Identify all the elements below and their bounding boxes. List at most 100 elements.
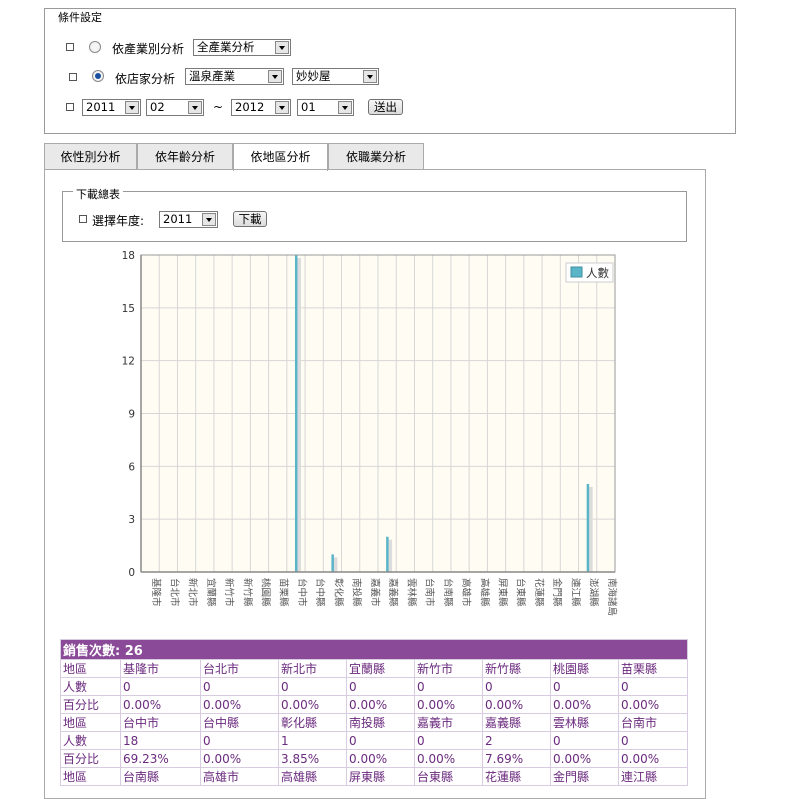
table-cell: 金門縣 (550, 767, 619, 786)
table-cell: 台南市 (617, 713, 689, 732)
bar (294, 255, 298, 572)
sales-count-title: 銷售次數: 26 (59, 639, 689, 660)
y-tick-label: 12 (122, 356, 135, 368)
table-cell: 桃園縣 (550, 659, 619, 678)
x-tick-label: 高雄市 (460, 578, 472, 607)
table-cell: 花蓮縣 (482, 767, 551, 786)
table-cell: 台東縣 (414, 767, 483, 786)
y-tick-label: 6 (128, 461, 135, 473)
table-cell: 0 (617, 731, 689, 750)
table-cell: 0 (346, 677, 415, 696)
bar (331, 554, 334, 572)
table-cell: 0.00% (550, 749, 619, 768)
row-header-cell: 百分比 (60, 695, 121, 714)
table-cell: 高雄縣 (278, 767, 347, 786)
x-tick-label: 台東縣 (515, 578, 527, 607)
table-cell: 嘉義縣 (482, 713, 551, 732)
table-cell: 台南縣 (120, 767, 201, 786)
table-cell: 2 (482, 731, 551, 750)
table-cell: 0.00% (482, 695, 551, 714)
table-cell: 3.85% (278, 749, 347, 768)
table-cell: 0.00% (550, 695, 619, 714)
table-cell: 0 (200, 731, 279, 750)
table-cell: 18 (120, 731, 201, 750)
table-cell: 0.00% (617, 695, 689, 714)
bar-shadow (588, 486, 593, 572)
table-cell: 南投縣 (346, 713, 415, 732)
x-tick-label: 屏東縣 (497, 578, 509, 607)
table-row: 地區 基隆市 台北市 新北市 宜蘭縣 新竹市 新竹縣 桃園縣 苗栗縣 (60, 659, 689, 678)
table-cell: 0.00% (346, 695, 415, 714)
row-header-cell: 地區 (60, 713, 121, 732)
row-header-cell: 人數 (60, 731, 121, 750)
table-cell: 台中市 (120, 713, 201, 732)
x-tick-label: 連江縣 (569, 578, 581, 607)
table-cell: 69.23% (120, 749, 201, 768)
y-tick-label: 18 (122, 250, 135, 262)
table-row: 百分比 69.23% 0.00% 3.85% 0.00% 0.00% 7.69% 0.00% 0… (60, 749, 689, 768)
table-cell: 0 (200, 677, 279, 696)
table-cell: 高雄市 (200, 767, 279, 786)
table-cell: 連江縣 (617, 767, 689, 786)
table-cell: 0 (482, 677, 551, 696)
table-cell: 0 (414, 677, 483, 696)
table-cell: 新北市 (278, 659, 347, 678)
bar-shadow (388, 539, 393, 572)
table-cell: 屏東縣 (346, 767, 415, 786)
bar (586, 483, 590, 572)
x-tick-label: 嘉義市 (369, 578, 381, 607)
table-cell: 宜蘭縣 (346, 659, 415, 678)
table-cell: 0 (346, 731, 415, 750)
table-cell: 新竹縣 (482, 659, 551, 678)
x-tick-label: 新竹縣 (241, 578, 253, 607)
table-row: 人數 0 0 0 0 0 0 0 0 (60, 677, 689, 696)
table-cell: 基隆市 (120, 659, 201, 678)
table-cell: 台北市 (200, 659, 279, 678)
row-header-cell: 地區 (60, 767, 121, 786)
row-header-cell: 人數 (60, 677, 121, 696)
y-tick-label: 3 (128, 514, 135, 526)
table-cell: 0 (278, 677, 347, 696)
table-cell: 0.00% (617, 749, 689, 768)
x-tick-label: 台中市 (296, 578, 308, 607)
x-tick-label: 台南縣 (442, 578, 454, 607)
x-tick-label: 雲林縣 (405, 578, 417, 607)
x-tick-label: 苗栗縣 (278, 578, 289, 607)
x-tick-label: 金門縣 (551, 578, 563, 607)
table-cell: 0 (120, 677, 201, 696)
table-cell: 0.00% (414, 695, 483, 714)
table-row: 人數 18 0 1 0 0 2 0 0 (60, 731, 689, 750)
x-tick-label: 台南市 (424, 578, 436, 607)
sales-table: 銷售次數: 26 地區 基隆市 台北市 新北市 宜蘭縣 新竹市 新竹縣 桃園縣 苗栗縣 人數 0 0 0… (59, 639, 689, 786)
table-cell: 0.00% (200, 695, 279, 714)
x-tick-label: 台中縣 (314, 578, 326, 607)
table-cell: 0.00% (278, 695, 347, 714)
bar-shadow (333, 557, 338, 572)
x-tick-label: 台北市 (168, 578, 180, 607)
x-tick-label: 基隆市 (150, 578, 162, 607)
table-cell: 1 (278, 731, 347, 750)
x-tick-label: 南海諸島 (606, 578, 618, 616)
table-cell: 7.69% (482, 749, 551, 768)
legend-label: 人數 (586, 266, 609, 280)
table-cell: 新竹市 (414, 659, 483, 678)
table-cell: 嘉義市 (414, 713, 483, 732)
table-row: 地區 台中市 台中縣 彰化縣 南投縣 嘉義市 嘉義縣 雲林縣 台南市 (60, 713, 689, 732)
table-cell: 0 (550, 677, 619, 696)
row-header-cell: 地區 (60, 659, 121, 678)
bar (386, 536, 389, 572)
table-cell: 0 (550, 731, 619, 750)
x-tick-label: 南投縣 (351, 578, 363, 607)
table-cell: 0 (414, 731, 483, 750)
table-cell: 0.00% (414, 749, 483, 768)
x-tick-label: 嘉義縣 (387, 578, 399, 607)
bar-shadow (296, 258, 301, 572)
table-cell: 彰化縣 (278, 713, 347, 732)
x-tick-label: 桃園縣 (260, 578, 272, 607)
table-row: 百分比 0.00% 0.00% 0.00% 0.00% 0.00% 0.00% 0.00% 0.… (60, 695, 689, 714)
table-cell: 0 (617, 677, 689, 696)
legend-swatch (570, 266, 583, 278)
row-header-cell: 百分比 (60, 749, 121, 768)
table-cell: 0.00% (200, 749, 279, 768)
x-tick-label: 高雄縣 (478, 578, 490, 607)
